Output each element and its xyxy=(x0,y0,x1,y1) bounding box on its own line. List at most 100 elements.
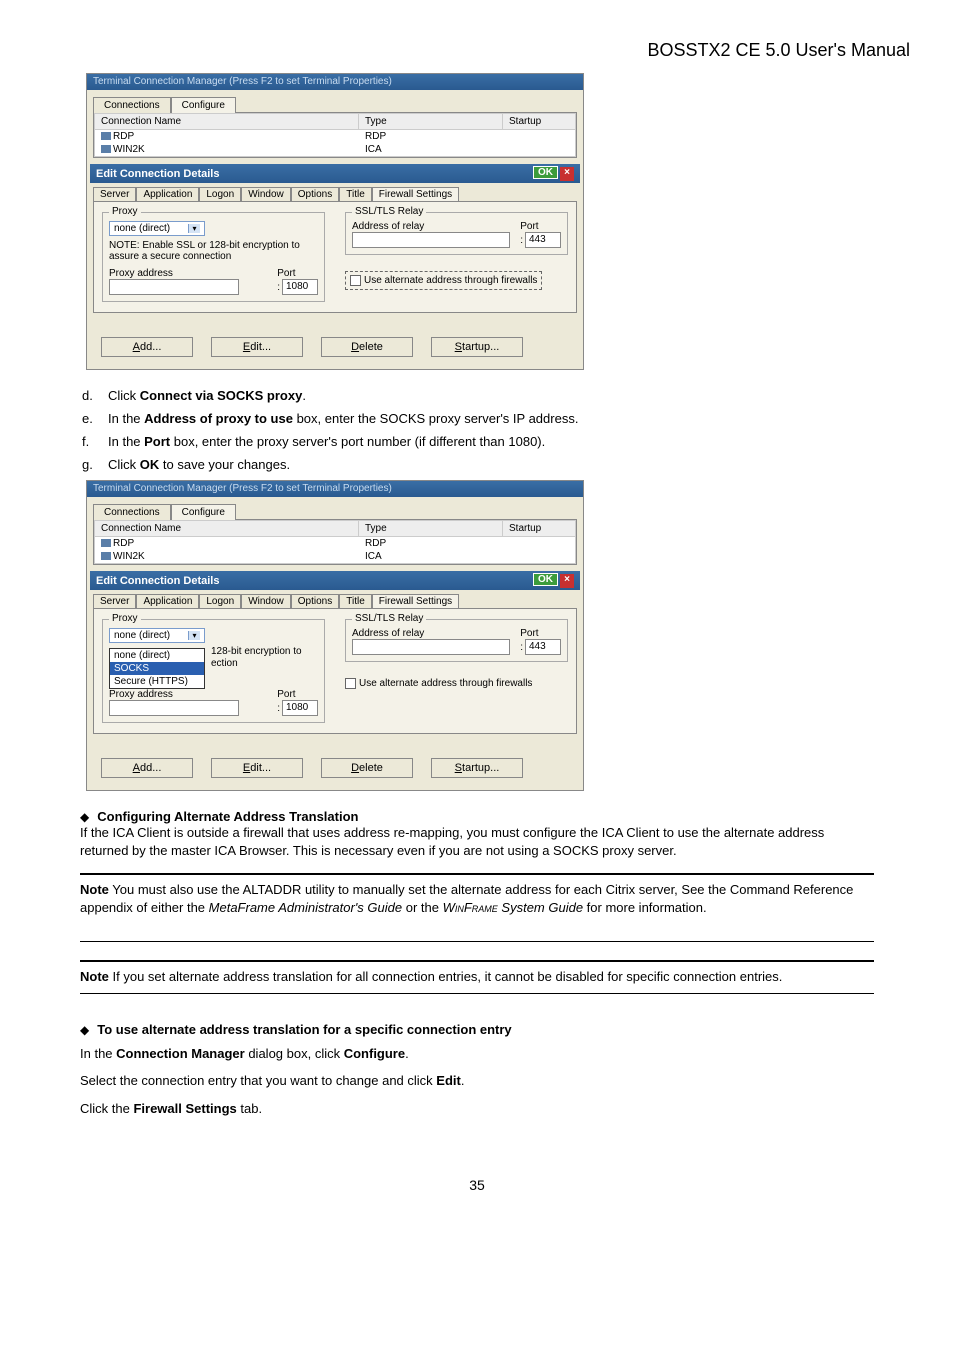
row-name: WIN2K xyxy=(95,143,359,156)
section-heading: Configuring Alternate Address Translatio… xyxy=(44,809,910,824)
tab-window[interactable]: Window xyxy=(241,187,291,201)
close-icon[interactable]: × xyxy=(560,574,574,588)
tab-connections[interactable]: Connections xyxy=(93,504,171,520)
tab-window[interactable]: Window xyxy=(241,594,291,608)
dropdown-option[interactable]: none (direct) xyxy=(110,649,204,662)
tab-configure[interactable]: Configure xyxy=(171,97,236,113)
alt-address-label: Use alternate address through firewalls xyxy=(359,678,532,689)
startup-button[interactable]: Startup... xyxy=(431,337,523,357)
clipped-note-2: ection xyxy=(211,658,238,669)
proxy-group: Proxy none (direct)▾ none (direct) SOCKS… xyxy=(102,619,325,723)
proxy-port-input[interactable]: 1080 xyxy=(282,700,318,716)
list-header: Connection Name Type Startup xyxy=(94,113,576,130)
list-row[interactable]: WIN2K ICA xyxy=(95,550,575,563)
divider xyxy=(80,960,874,962)
tab-server[interactable]: Server xyxy=(93,594,136,608)
proxy-port-label: Port xyxy=(277,689,318,700)
proxy-address-input[interactable] xyxy=(109,279,239,295)
section-heading-2: To use alternate address translation for… xyxy=(44,1022,910,1037)
ok-button[interactable]: OK xyxy=(533,166,558,179)
step-p3: Click the Firewall Settings tab. xyxy=(80,1100,874,1118)
outer-tabstrip: Connections Configure xyxy=(93,96,577,112)
tab-options[interactable]: Options xyxy=(291,187,339,201)
checkbox[interactable] xyxy=(345,678,356,689)
checkbox[interactable] xyxy=(350,275,361,286)
list-row[interactable]: WIN2K ICA xyxy=(95,143,575,156)
alt-address-checkbox-group: Use alternate address through firewalls xyxy=(345,271,542,290)
delete-button[interactable]: Delete xyxy=(321,337,413,357)
firewall-panel: Proxy none (direct)▾ NOTE: Enable SSL or… xyxy=(93,201,577,313)
add-button[interactable]: Add... xyxy=(101,337,193,357)
terminal-icon xyxy=(101,132,111,140)
proxy-group: Proxy none (direct)▾ NOTE: Enable SSL or… xyxy=(102,212,325,302)
terminal-icon xyxy=(101,552,111,560)
proxy-port-input[interactable]: 1080 xyxy=(282,279,318,295)
relay-group: SSL/TLS Relay Address of relay Port :443 xyxy=(345,212,568,255)
connections-panel: Connection Name Type Startup RDP RDP WIN… xyxy=(93,519,577,565)
relay-port-label: Port xyxy=(520,628,561,639)
relay-address-input[interactable] xyxy=(352,232,510,248)
tab-firewall[interactable]: Firewall Settings xyxy=(372,594,459,608)
tab-logon[interactable]: Logon xyxy=(199,594,241,608)
instruction-steps: d.Click Connect via SOCKS proxy. e.In th… xyxy=(82,388,910,472)
proxy-combo[interactable]: none (direct)▾ xyxy=(109,628,205,643)
tab-application[interactable]: Application xyxy=(136,187,199,201)
relay-address-input[interactable] xyxy=(352,639,510,655)
proxy-address-input[interactable] xyxy=(109,700,239,716)
step-e: e.In the Address of proxy to use box, en… xyxy=(82,411,910,426)
ok-button[interactable]: OK xyxy=(533,573,558,586)
button-row: Add... Edit... Delete Startup... xyxy=(87,744,583,790)
edit-button[interactable]: Edit... xyxy=(211,758,303,778)
note-1: Note You must also use the ALTADDR utili… xyxy=(80,881,874,917)
tab-application[interactable]: Application xyxy=(136,594,199,608)
close-icon[interactable]: × xyxy=(560,167,574,181)
relay-port-input[interactable]: 443 xyxy=(525,232,561,248)
page-number: 35 xyxy=(44,1177,910,1193)
col-type: Type xyxy=(359,114,503,129)
proxy-dropdown[interactable]: none (direct) SOCKS Secure (HTTPS) xyxy=(109,648,205,689)
tab-server[interactable]: Server xyxy=(93,187,136,201)
tab-configure[interactable]: Configure xyxy=(171,504,236,520)
proxy-combo[interactable]: none (direct)▾ xyxy=(109,221,205,236)
window-titlebar: Terminal Connection Manager (Press F2 to… xyxy=(87,74,583,90)
tab-firewall[interactable]: Firewall Settings xyxy=(372,187,459,201)
step-d: d.Click Connect via SOCKS proxy. xyxy=(82,388,910,403)
chevron-down-icon: ▾ xyxy=(188,224,200,233)
proxy-address-label: Proxy address xyxy=(109,689,271,700)
edit-details-titlebar: Edit Connection Details OK× xyxy=(90,164,580,183)
outer-tabstrip: Connections Configure xyxy=(93,503,577,519)
button-row: Add... Edit... Delete Startup... xyxy=(87,323,583,369)
list-row[interactable]: RDP RDP xyxy=(95,537,575,550)
terminal-icon xyxy=(101,539,111,547)
tab-logon[interactable]: Logon xyxy=(199,187,241,201)
tab-connections[interactable]: Connections xyxy=(93,97,171,113)
proxy-legend: Proxy xyxy=(109,206,141,217)
firewall-panel: Proxy none (direct)▾ none (direct) SOCKS… xyxy=(93,608,577,734)
proxy-port-label: Port xyxy=(277,268,318,279)
step-g: g.Click OK to save your changes. xyxy=(82,457,910,472)
note-2: Note If you set alternate address transl… xyxy=(80,968,874,986)
edit-button[interactable]: Edit... xyxy=(211,337,303,357)
section-body: If the ICA Client is outside a firewall … xyxy=(80,824,874,859)
relay-port-label: Port xyxy=(520,221,561,232)
tab-options[interactable]: Options xyxy=(291,594,339,608)
delete-button[interactable]: Delete xyxy=(321,758,413,778)
row-name: RDP xyxy=(95,130,359,143)
dropdown-option[interactable]: SOCKS xyxy=(110,662,204,675)
col-name: Connection Name xyxy=(95,114,359,129)
add-button[interactable]: Add... xyxy=(101,758,193,778)
relay-port-input[interactable]: 443 xyxy=(525,639,561,655)
terminal-icon xyxy=(101,145,111,153)
step-p2: Select the connection entry that you wan… xyxy=(80,1072,874,1090)
list-row[interactable]: RDP RDP xyxy=(95,130,575,143)
row-type: RDP xyxy=(359,130,503,143)
tab-title[interactable]: Title xyxy=(339,187,372,201)
proxy-legend: Proxy xyxy=(109,613,141,624)
relay-legend: SSL/TLS Relay xyxy=(352,613,426,624)
tab-title[interactable]: Title xyxy=(339,594,372,608)
divider xyxy=(80,873,874,875)
col-startup: Startup xyxy=(503,521,575,536)
startup-button[interactable]: Startup... xyxy=(431,758,523,778)
dropdown-option[interactable]: Secure (HTTPS) xyxy=(110,675,204,688)
connections-panel: Connection Name Type Startup RDP RDP WIN… xyxy=(93,112,577,158)
